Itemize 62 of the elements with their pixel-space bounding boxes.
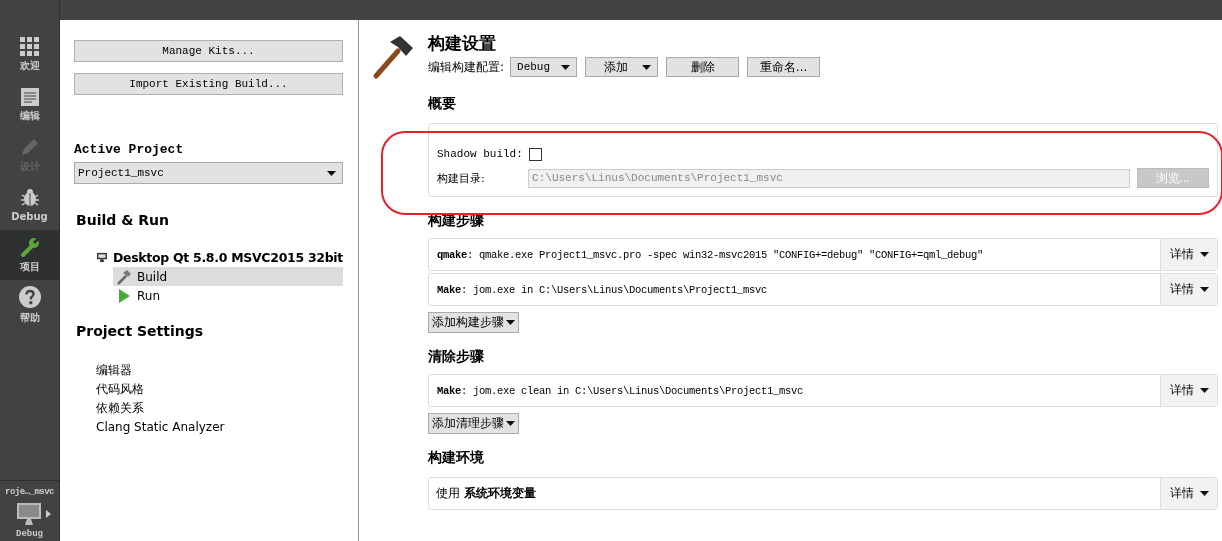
bug-icon xyxy=(19,188,40,208)
page-title: 构建设置 xyxy=(428,32,496,55)
mode-button[interactable]: 帮助 xyxy=(0,280,59,330)
field-label: Shadow build: xyxy=(437,148,523,160)
caret-icon xyxy=(327,170,336,176)
add-step-button[interactable]: 添加清理步骤 xyxy=(428,413,519,434)
pencil-icon xyxy=(19,136,40,157)
field-label: 构建目录: xyxy=(437,170,486,186)
panel-button[interactable]: Import Existing Build... xyxy=(74,73,343,95)
tree-item[interactable]: Run xyxy=(113,286,343,305)
details-button[interactable]: 详情 xyxy=(1160,478,1217,509)
play-icon xyxy=(116,287,132,304)
grid-icon xyxy=(20,37,39,56)
environment-text: 使用 系统环境变量 xyxy=(435,485,536,502)
section-title: 概要 xyxy=(428,94,456,113)
mode-button[interactable]: 编辑 xyxy=(0,80,59,130)
mode-button[interactable]: 欢迎 xyxy=(0,30,59,80)
section-title: Build & Run xyxy=(76,212,170,230)
project-dropdown[interactable]: Project1_msvc xyxy=(74,162,343,184)
caret-icon xyxy=(642,64,652,70)
caret-icon xyxy=(1199,287,1209,292)
settings-link[interactable]: 编辑器 xyxy=(96,361,343,380)
config-button[interactable]: 删除 xyxy=(666,57,740,77)
settings-link[interactable]: 代码风格 xyxy=(96,380,343,399)
details-button[interactable]: 详情 xyxy=(1160,375,1217,406)
section-title: Active Project xyxy=(74,142,185,159)
caret-icon xyxy=(561,64,571,70)
section-title: Project Settings xyxy=(76,323,205,341)
details-button[interactable]: 详情 xyxy=(1160,274,1217,305)
arrow-icon xyxy=(46,510,51,518)
section-title: 构建环境 xyxy=(428,448,484,467)
panel-button[interactable]: Manage Kits... xyxy=(74,40,343,62)
hammer-icon xyxy=(116,268,132,285)
monitor-icon xyxy=(16,501,42,527)
caret-icon xyxy=(1199,491,1209,496)
step-command: Make: jom.exe clean in C:\Users\Linus\Documents\Project1_msvc xyxy=(436,384,804,397)
config-button[interactable]: 添加 xyxy=(585,57,659,77)
wrench-icon xyxy=(19,236,40,257)
details-button[interactable]: 详情 xyxy=(1160,239,1217,270)
config-button[interactable]: 重命名... xyxy=(747,57,821,77)
caret-icon xyxy=(506,421,515,426)
help-icon xyxy=(18,285,41,308)
caret-icon xyxy=(1199,388,1209,393)
mode-button[interactable]: Debug xyxy=(0,180,59,230)
add-step-button[interactable]: 添加构建步骤 xyxy=(428,312,519,333)
step-command: qmake: qmake.exe Project1_msvc.pro -spec win32-msvc2015 "CONFIG+=debug" "CONFIG+=qml_debug" xyxy=(436,248,984,261)
hammer-icon xyxy=(372,34,414,80)
caret-icon xyxy=(506,320,515,325)
settings-link[interactable]: Clang Static Analyzer xyxy=(96,418,343,437)
document-icon xyxy=(20,87,39,106)
mode-button[interactable]: 项目 xyxy=(0,230,59,280)
caret-icon xyxy=(1199,252,1209,257)
kit-name[interactable]: Desktop Qt 5.8.0 MSVC2015 32bit xyxy=(112,250,343,265)
kit-selector[interactable]: roje…_msvc Debug xyxy=(0,480,59,541)
section-title: 清除步骤 xyxy=(428,347,484,366)
step-command: Make: jom.exe in C:\Users\Linus\Documents\Project1_msvc xyxy=(436,283,768,296)
checkbox[interactable] xyxy=(528,147,542,161)
settings-link[interactable]: 依赖关系 xyxy=(96,399,343,418)
tree-item[interactable]: Build xyxy=(113,267,343,286)
config-label: 编辑构建配置: xyxy=(428,58,505,76)
monitor-icon xyxy=(97,251,107,264)
config-dropdown[interactable]: Debug xyxy=(510,57,578,77)
